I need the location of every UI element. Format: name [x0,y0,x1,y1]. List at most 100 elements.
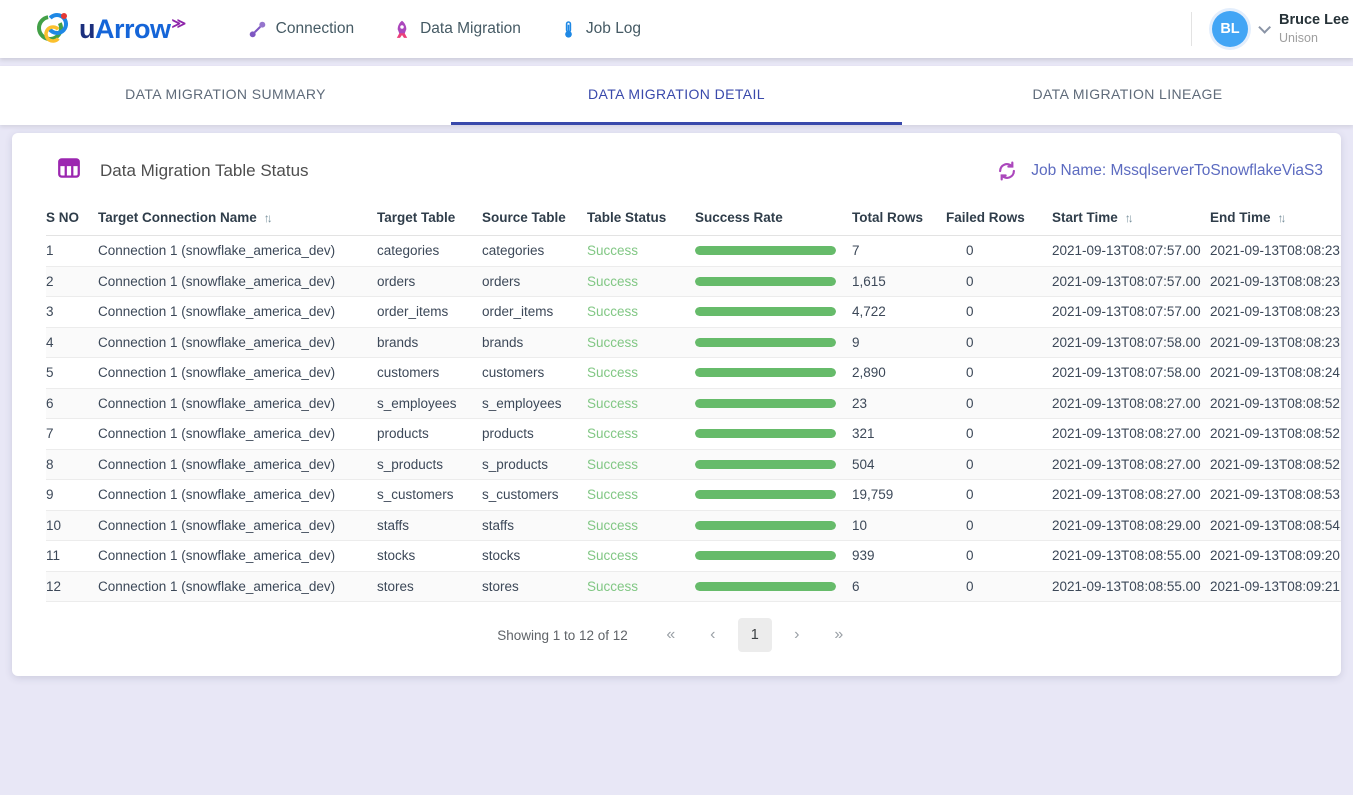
cell-table-status: Success [587,480,695,511]
table-header-row: S NOTarget Connection Name↑↓Target Table… [46,200,1341,236]
cell-failed-rows: 0 [946,236,1052,267]
page-number-button[interactable]: 1 [738,618,772,652]
page-title: Data Migration Table Status [100,161,309,181]
cell-end-time: 2021-09-13T08:09:21.00 [1210,571,1341,602]
cell-start-time: 2021-09-13T08:08:29.00 [1052,510,1210,541]
cell-end-time: 2021-09-13T08:08:23.00 [1210,327,1341,358]
table-row: 6Connection 1 (snowflake_america_dev)s_e… [46,388,1341,419]
cell-end-time: 2021-09-13T08:08:52.00 [1210,388,1341,419]
cell-target-table: s_products [377,449,482,480]
cell-total-rows: 4,722 [852,297,946,328]
cell-total-rows: 19,759 [852,480,946,511]
table-row: 4Connection 1 (snowflake_america_dev)bra… [46,327,1341,358]
cell-start-time: 2021-09-13T08:08:55.00 [1052,571,1210,602]
cell-table-status: Success [587,541,695,572]
refresh-icon[interactable] [996,160,1018,182]
column-header-success-rate: Success Rate [695,200,852,236]
nav-item-data-migration[interactable]: Data Migration [392,19,521,40]
sort-icon[interactable]: ↑↓ [264,211,270,225]
cell-end-time: 2021-09-13T08:08:52.00 [1210,419,1341,450]
cell-connection: Connection 1 (snowflake_america_dev) [98,480,377,511]
cell-connection: Connection 1 (snowflake_america_dev) [98,266,377,297]
showing-summary: Showing 1 to 12 of 12 [497,628,628,643]
cell-total-rows: 7 [852,236,946,267]
cell-success-rate [695,358,852,389]
cell-connection: Connection 1 (snowflake_america_dev) [98,297,377,328]
cell-table-status: Success [587,327,695,358]
success-rate-bar [695,399,836,408]
chevron-down-icon[interactable] [1258,21,1271,34]
cell-end-time: 2021-09-13T08:08:24.00 [1210,358,1341,389]
cell-total-rows: 939 [852,541,946,572]
cell-total-rows: 6 [852,571,946,602]
cell-connection: Connection 1 (snowflake_america_dev) [98,571,377,602]
cell-table-status: Success [587,297,695,328]
cell-source-table: s_products [482,449,587,480]
next-page-button[interactable]: › [780,618,814,652]
sort-icon[interactable]: ↑↓ [1125,211,1131,225]
card-header: Data Migration Table Status Job Name: Ms… [12,133,1341,200]
column-header-connection[interactable]: Target Connection Name↑↓ [98,200,377,236]
logo-icon [33,7,73,52]
prev-page-button[interactable]: ‹ [696,618,730,652]
cell-target-table: s_customers [377,480,482,511]
cell-total-rows: 504 [852,449,946,480]
tab-data-migration-lineage[interactable]: DATA MIGRATION LINEAGE [902,66,1353,125]
first-page-button[interactable]: « [654,618,688,652]
last-page-button[interactable]: » [822,618,856,652]
nav-item-connection[interactable]: Connection [247,19,354,40]
avatar[interactable]: BL [1212,11,1248,47]
sort-icon[interactable]: ↑↓ [1278,211,1284,225]
cell-success-rate [695,480,852,511]
column-header-failed-rows: Failed Rows [946,200,1052,236]
success-rate-bar [695,551,836,560]
cell-s-no: 10 [46,510,98,541]
main-nav: Connection Data Migration Job Log [247,19,641,40]
success-rate-bar [695,368,836,377]
cell-total-rows: 23 [852,388,946,419]
column-header-start-time[interactable]: Start Time↑↓ [1052,200,1210,236]
nav-item-job-log[interactable]: Job Log [559,19,641,40]
cell-total-rows: 9 [852,327,946,358]
cell-end-time: 2021-09-13T08:08:52.00 [1210,449,1341,480]
cell-start-time: 2021-09-13T08:07:57.00 [1052,236,1210,267]
cell-start-time: 2021-09-13T08:08:27.00 [1052,419,1210,450]
job-name-label: Job Name: MssqlserverToSnowflakeViaS3 [1031,162,1323,180]
cell-source-table: brands [482,327,587,358]
data-migration-card: Data Migration Table Status Job Name: Ms… [12,133,1341,676]
cell-s-no: 9 [46,480,98,511]
thermometer-icon [559,19,578,40]
cell-table-status: Success [587,510,695,541]
cell-failed-rows: 0 [946,297,1052,328]
cell-end-time: 2021-09-13T08:08:54.00 [1210,510,1341,541]
cell-s-no: 12 [46,571,98,602]
cell-target-table: brands [377,327,482,358]
cell-total-rows: 1,615 [852,266,946,297]
cell-target-table: stocks [377,541,482,572]
tab-data-migration-detail[interactable]: DATA MIGRATION DETAIL [451,66,902,125]
table-row: 8Connection 1 (snowflake_america_dev)s_p… [46,449,1341,480]
nav-item-label: Connection [276,20,354,38]
cell-start-time: 2021-09-13T08:08:55.00 [1052,541,1210,572]
cell-source-table: products [482,419,587,450]
cell-start-time: 2021-09-13T08:08:27.00 [1052,388,1210,419]
app-logo[interactable]: uArrow≫ [33,7,185,52]
cell-success-rate [695,236,852,267]
cell-s-no: 2 [46,266,98,297]
cell-connection: Connection 1 (snowflake_america_dev) [98,541,377,572]
column-header-end-time[interactable]: End Time ↑↓ [1210,200,1341,236]
cell-success-rate [695,419,852,450]
column-label: Target Table [377,210,455,225]
cell-success-rate [695,297,852,328]
cell-end-time: 2021-09-13T08:08:23.00 [1210,236,1341,267]
tab-data-migration-summary[interactable]: DATA MIGRATION SUMMARY [0,66,451,125]
column-label: Table Status [587,210,666,225]
table-body: 1Connection 1 (snowflake_america_dev)cat… [46,236,1341,602]
column-header-target-table: Target Table [377,200,482,236]
migration-table: S NOTarget Connection Name↑↓Target Table… [46,200,1341,602]
rocket-icon [392,19,412,40]
cell-source-table: s_customers [482,480,587,511]
nav-item-label: Data Migration [420,20,521,38]
user-name: Bruce Lee [1279,11,1349,31]
column-label: End Time [1210,210,1271,225]
